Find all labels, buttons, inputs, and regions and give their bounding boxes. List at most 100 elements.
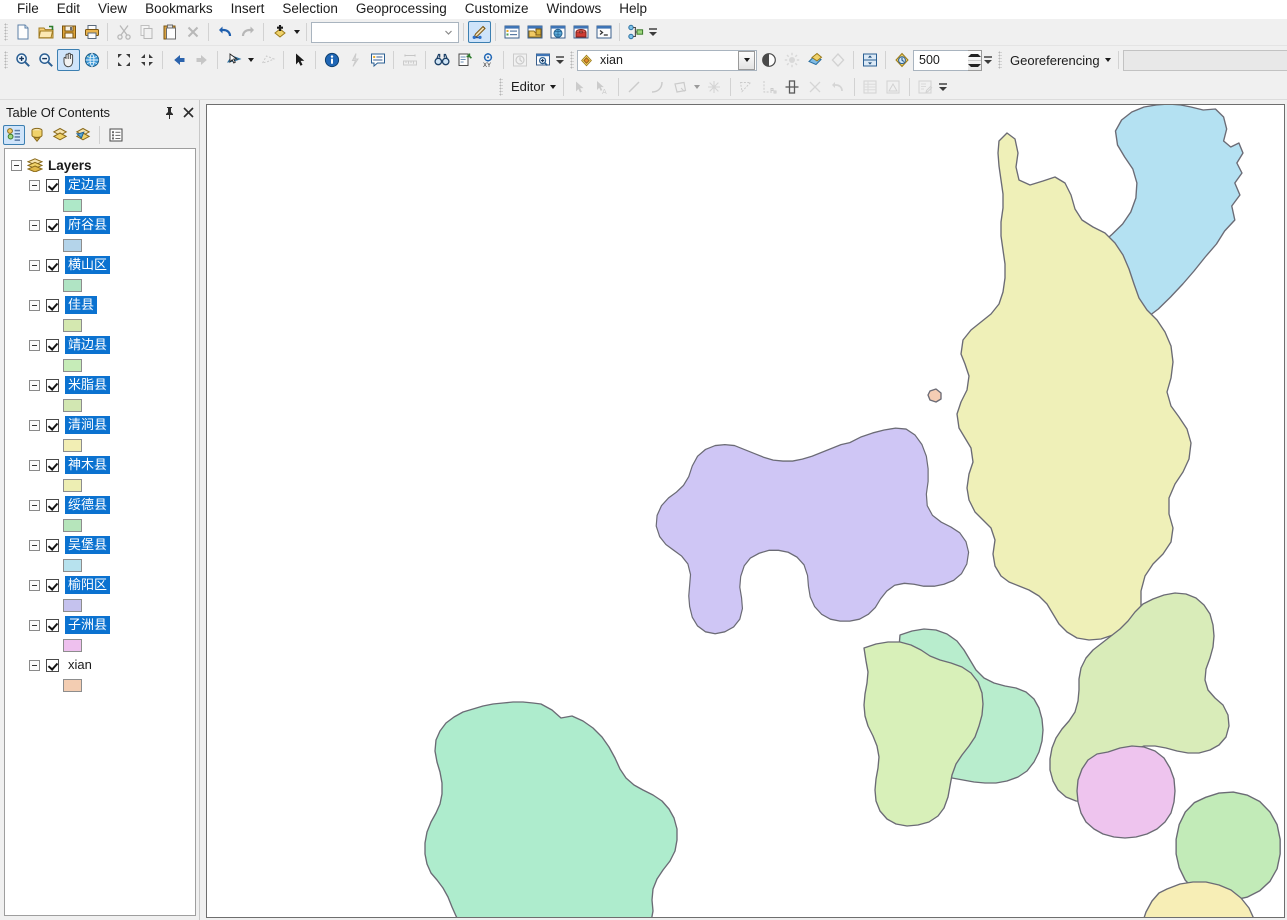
layer-row-1[interactable]: 府谷县: [5, 215, 195, 235]
measure-icon[interactable]: [398, 49, 421, 71]
effects-value[interactable]: 500: [914, 53, 968, 67]
menu-file[interactable]: File: [8, 0, 48, 19]
expander-icon[interactable]: [29, 459, 40, 471]
region-jingbian[interactable]: [863, 641, 984, 827]
layer-name-label[interactable]: 吴堡县: [65, 536, 111, 554]
layer-name-label[interactable]: 子洲县: [65, 616, 111, 634]
fixed-zoom-out-icon[interactable]: [135, 49, 158, 71]
layer-name-label[interactable]: 榆阳区: [65, 576, 111, 594]
flicker-icon[interactable]: [858, 49, 881, 71]
toolbar-overflow-button[interactable]: [554, 48, 566, 72]
region-zizhou[interactable]: [1076, 745, 1176, 839]
fixed-zoom-in-icon[interactable]: [112, 49, 135, 71]
layer-symbol-row-10[interactable]: [5, 595, 195, 615]
layer-visibility-checkbox[interactable]: [46, 578, 59, 592]
menu-help[interactable]: Help: [610, 0, 656, 19]
layer-row-9[interactable]: 吴堡县: [5, 535, 195, 555]
georeferencing-toolbar-grip[interactable]: [998, 51, 1002, 69]
effects-value-stepper[interactable]: [968, 49, 982, 71]
find-icon[interactable]: [430, 49, 453, 71]
effects-toolbar-overflow-button[interactable]: [982, 48, 994, 72]
list-by-source-icon[interactable]: [26, 125, 48, 145]
list-by-selection-icon[interactable]: [72, 125, 94, 145]
sketch-properties-icon[interactable]: [882, 76, 905, 98]
region-dingbian[interactable]: [424, 701, 678, 918]
chevron-down-icon[interactable]: [440, 23, 457, 42]
georeferencing-layer-combo[interactable]: [1122, 49, 1287, 71]
layer-visibility-checkbox[interactable]: [46, 178, 59, 192]
layer-name-label[interactable]: 绥德县: [65, 496, 111, 514]
region-yuyang[interactable]: [655, 427, 970, 635]
layer-symbol-swatch[interactable]: [63, 358, 82, 372]
georeferencing-dropdown-arrow[interactable]: [1103, 49, 1114, 71]
layer-name-label[interactable]: 清涧县: [65, 416, 111, 434]
time-slider-icon[interactable]: [508, 49, 531, 71]
chevron-down-icon[interactable]: [738, 50, 755, 70]
layer-symbol-row-11[interactable]: [5, 635, 195, 655]
georeferencing-menu-label[interactable]: Georeferencing: [1005, 53, 1103, 68]
toolbar-grip[interactable]: [4, 51, 8, 69]
layer-name-label[interactable]: 靖边县: [65, 336, 111, 354]
layer-visibility-checkbox[interactable]: [46, 218, 59, 232]
python-window-icon[interactable]: [592, 21, 615, 43]
select-features-icon[interactable]: [222, 49, 245, 71]
transparency-icon[interactable]: [803, 49, 826, 71]
layer-visibility-checkbox[interactable]: [46, 458, 59, 472]
construct-tool-icon[interactable]: [669, 76, 692, 98]
map-display[interactable]: [207, 105, 1285, 918]
cut-polygons-icon[interactable]: [804, 76, 827, 98]
layer-symbol-row-4[interactable]: [5, 355, 195, 375]
toolbar-overflow-button[interactable]: [647, 20, 659, 44]
cut-icon[interactable]: [112, 21, 135, 43]
undo-icon[interactable]: [213, 21, 236, 43]
layer-visibility-checkbox[interactable]: [46, 338, 59, 352]
merge-icon[interactable]: [781, 76, 804, 98]
layer-name-label[interactable]: 定边县: [65, 176, 111, 194]
expander-icon[interactable]: [29, 539, 40, 551]
menu-view[interactable]: View: [89, 0, 136, 19]
layer-name-label[interactable]: 府谷县: [65, 216, 111, 234]
select-features-dropdown-arrow[interactable]: [245, 49, 256, 71]
create-features-icon[interactable]: [914, 76, 937, 98]
trace-icon[interactable]: [703, 76, 726, 98]
clear-selection-icon[interactable]: [256, 49, 279, 71]
toolbar-grip[interactable]: [4, 23, 8, 41]
effects-layer-combo[interactable]: xian: [577, 49, 757, 71]
layer-row-0[interactable]: 定边县: [5, 175, 195, 195]
blend-icon[interactable]: [890, 49, 913, 71]
layer-row-10[interactable]: 榆阳区: [5, 575, 195, 595]
layer-symbol-swatch[interactable]: [63, 558, 82, 572]
expander-icon[interactable]: [29, 619, 40, 631]
menu-edit[interactable]: Edit: [48, 0, 89, 19]
layer-row-5[interactable]: 米脂县: [5, 375, 195, 395]
layer-name-label[interactable]: 神木县: [65, 456, 111, 474]
options-icon[interactable]: [105, 125, 127, 145]
layer-visibility-checkbox[interactable]: [46, 618, 59, 632]
layer-symbol-row-1[interactable]: [5, 235, 195, 255]
straight-segment-icon[interactable]: [623, 76, 646, 98]
layer-row-2[interactable]: 横山区: [5, 255, 195, 275]
layer-visibility-checkbox[interactable]: [46, 298, 59, 312]
html-popup-icon[interactable]: [366, 49, 389, 71]
editor-toolbar-overflow-button[interactable]: [937, 75, 949, 99]
hyperlink-icon[interactable]: [343, 49, 366, 71]
layer-name-label[interactable]: 横山区: [65, 256, 111, 274]
tree-root-layers[interactable]: Layers: [5, 155, 195, 175]
editor-toolbar-grip[interactable]: [499, 77, 503, 96]
redo-icon[interactable]: [236, 21, 259, 43]
menu-selection[interactable]: Selection: [273, 0, 347, 19]
pan-icon[interactable]: [57, 49, 80, 71]
table-of-contents-icon[interactable]: [500, 21, 523, 43]
copy-icon[interactable]: [135, 21, 158, 43]
region-xian[interactable]: [927, 388, 942, 403]
arctoolbox-icon[interactable]: [569, 21, 592, 43]
go-back-extent-icon[interactable]: [167, 49, 190, 71]
pin-icon[interactable]: [161, 103, 177, 121]
expander-icon[interactable]: [29, 299, 40, 311]
layer-symbol-row-5[interactable]: [5, 395, 195, 415]
search-window-icon[interactable]: [546, 21, 569, 43]
layer-symbol-swatch[interactable]: [63, 438, 82, 452]
menu-bookmarks[interactable]: Bookmarks: [136, 0, 222, 19]
contrast-icon[interactable]: [757, 49, 780, 71]
layer-visibility-checkbox[interactable]: [46, 258, 59, 272]
